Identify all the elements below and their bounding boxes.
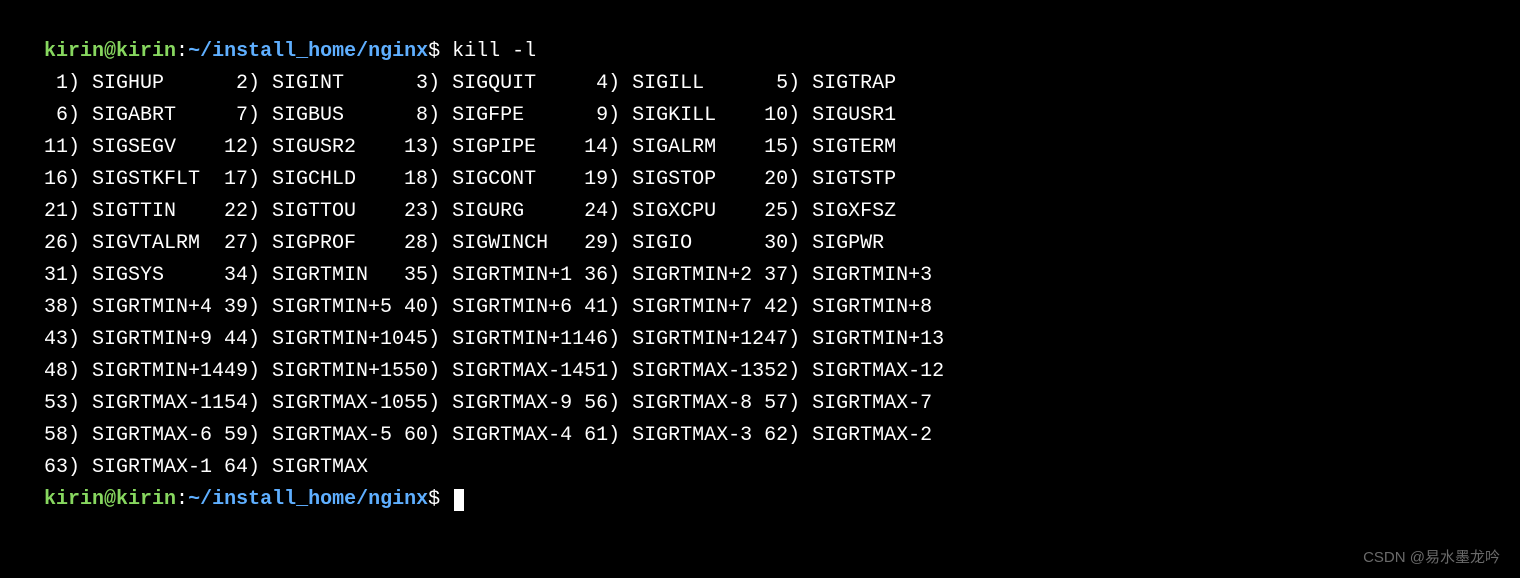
prompt-user: kirin (44, 488, 104, 511)
prompt-host: kirin (116, 40, 176, 63)
prompt-host: kirin (116, 488, 176, 511)
signal-row: 26) SIGVTALRM 27) SIGPROF 28) SIGWINCH 2… (44, 228, 1476, 260)
signal-row: 43) SIGRTMIN+9 44) SIGRTMIN+1045) SIGRTM… (44, 324, 1476, 356)
signal-list-output: 1) SIGHUP 2) SIGINT 3) SIGQUIT 4) SIGILL… (44, 68, 1476, 484)
prompt-dollar: $ (428, 40, 440, 63)
command-text: kill -l (440, 40, 536, 63)
signal-row: 11) SIGSEGV 12) SIGUSR2 13) SIGPIPE 14) … (44, 132, 1476, 164)
prompt-colon: : (176, 40, 188, 63)
signal-row: 38) SIGRTMIN+4 39) SIGRTMIN+5 40) SIGRTM… (44, 292, 1476, 324)
terminal-prompt-line-2[interactable]: kirin@kirin:~/install_home/nginx$ (44, 484, 1476, 516)
signal-row: 53) SIGRTMAX-1154) SIGRTMAX-1055) SIGRTM… (44, 388, 1476, 420)
prompt-at: @ (104, 40, 116, 63)
prompt-dollar: $ (428, 488, 440, 511)
prompt-colon: : (176, 488, 188, 511)
signal-row: 58) SIGRTMAX-6 59) SIGRTMAX-5 60) SIGRTM… (44, 420, 1476, 452)
prompt-at: @ (104, 488, 116, 511)
signal-row: 63) SIGRTMAX-1 64) SIGRTMAX (44, 452, 1476, 484)
signal-row: 16) SIGSTKFLT 17) SIGCHLD 18) SIGCONT 19… (44, 164, 1476, 196)
signal-row: 1) SIGHUP 2) SIGINT 3) SIGQUIT 4) SIGILL… (44, 68, 1476, 100)
prompt-user: kirin (44, 40, 104, 63)
command-input[interactable] (440, 488, 452, 511)
signal-row: 21) SIGTTIN 22) SIGTTOU 23) SIGURG 24) S… (44, 196, 1476, 228)
prompt-path: ~/install_home/nginx (188, 488, 428, 511)
cursor-icon (454, 489, 464, 511)
signal-row: 48) SIGRTMIN+1449) SIGRTMIN+1550) SIGRTM… (44, 356, 1476, 388)
terminal-prompt-line-1: kirin@kirin:~/install_home/nginx$ kill -… (44, 36, 1476, 68)
watermark-text: CSDN @易水墨龙吟 (1363, 546, 1500, 570)
signal-row: 6) SIGABRT 7) SIGBUS 8) SIGFPE 9) SIGKIL… (44, 100, 1476, 132)
signal-row: 31) SIGSYS 34) SIGRTMIN 35) SIGRTMIN+1 3… (44, 260, 1476, 292)
prompt-path: ~/install_home/nginx (188, 40, 428, 63)
